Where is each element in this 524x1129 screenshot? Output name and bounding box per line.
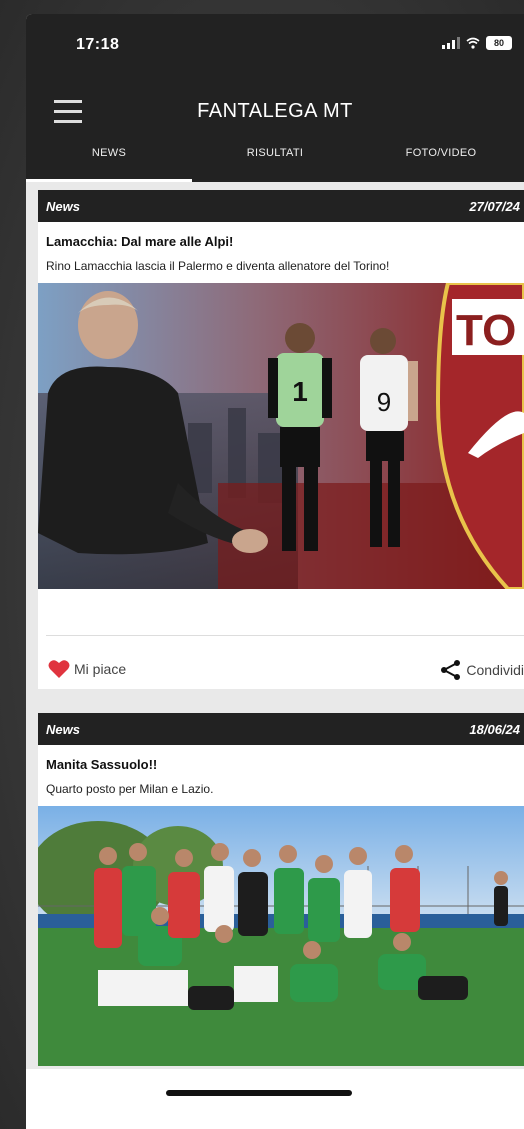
card-title: Lamacchia: Dal mare alle Alpi!	[46, 234, 234, 249]
card-category: News	[46, 199, 80, 214]
like-button[interactable]: Mi piace	[48, 659, 126, 679]
news-card[interactable]: News 27/07/24 Lamacchia: Dal mare alle A…	[38, 190, 524, 689]
card-subtitle: Quarto posto per Milan e Lazio.	[46, 782, 214, 796]
news-image-lamacchia[interactable]: 1 9 TO	[38, 283, 524, 589]
tab-bar: NEWS RISULTATI FOTO/VIDEO	[26, 144, 524, 182]
bottom-safe-area	[26, 1069, 524, 1129]
svg-text:9: 9	[377, 387, 391, 417]
share-icon	[441, 660, 461, 680]
divider	[46, 635, 524, 636]
share-label: Condividi	[466, 662, 524, 678]
heart-icon	[48, 660, 70, 678]
card-category: News	[46, 722, 80, 737]
svg-text:TO: TO	[456, 306, 516, 355]
card-footer: Mi piace Condividi	[38, 589, 524, 689]
card-title: Manita Sassuolo!!	[46, 757, 158, 772]
share-button[interactable]: Condividi	[440, 659, 524, 681]
app-bar: FANTALEGA MT	[26, 74, 524, 144]
home-indicator	[166, 1090, 352, 1096]
tab-foto-video[interactable]: FOTO/VIDEO	[358, 144, 524, 182]
card-subtitle: Rino Lamacchia lascia il Palermo e diven…	[46, 259, 390, 273]
status-bar: 17:18 80	[26, 14, 524, 74]
like-label: Mi piace	[74, 661, 127, 677]
signal-icon	[442, 37, 460, 49]
tab-risultati[interactable]: RISULTATI	[192, 144, 358, 182]
card-date: 27/07/24	[469, 199, 520, 214]
phone-screen: 17:18 80 FANTALEGA MT NEWS RISULTATI FOT…	[26, 14, 524, 1129]
news-card[interactable]: News 18/06/24 Manita Sassuolo!! Quarto p…	[38, 713, 524, 1066]
svg-text:1: 1	[292, 376, 308, 407]
card-header: News 27/07/24	[38, 190, 524, 222]
card-date: 18/06/24	[469, 722, 520, 737]
card-header: News 18/06/24	[38, 713, 524, 745]
status-time: 17:18	[76, 36, 120, 53]
status-icons: 80	[442, 36, 512, 50]
app-title: FANTALEGA MT	[197, 100, 353, 122]
wifi-icon	[466, 37, 480, 49]
tab-news[interactable]: NEWS	[26, 144, 192, 182]
news-feed: News 27/07/24 Lamacchia: Dal mare alle A…	[38, 190, 524, 1090]
news-image-team-photo[interactable]	[38, 806, 524, 1066]
battery-icon: 80	[486, 36, 512, 50]
